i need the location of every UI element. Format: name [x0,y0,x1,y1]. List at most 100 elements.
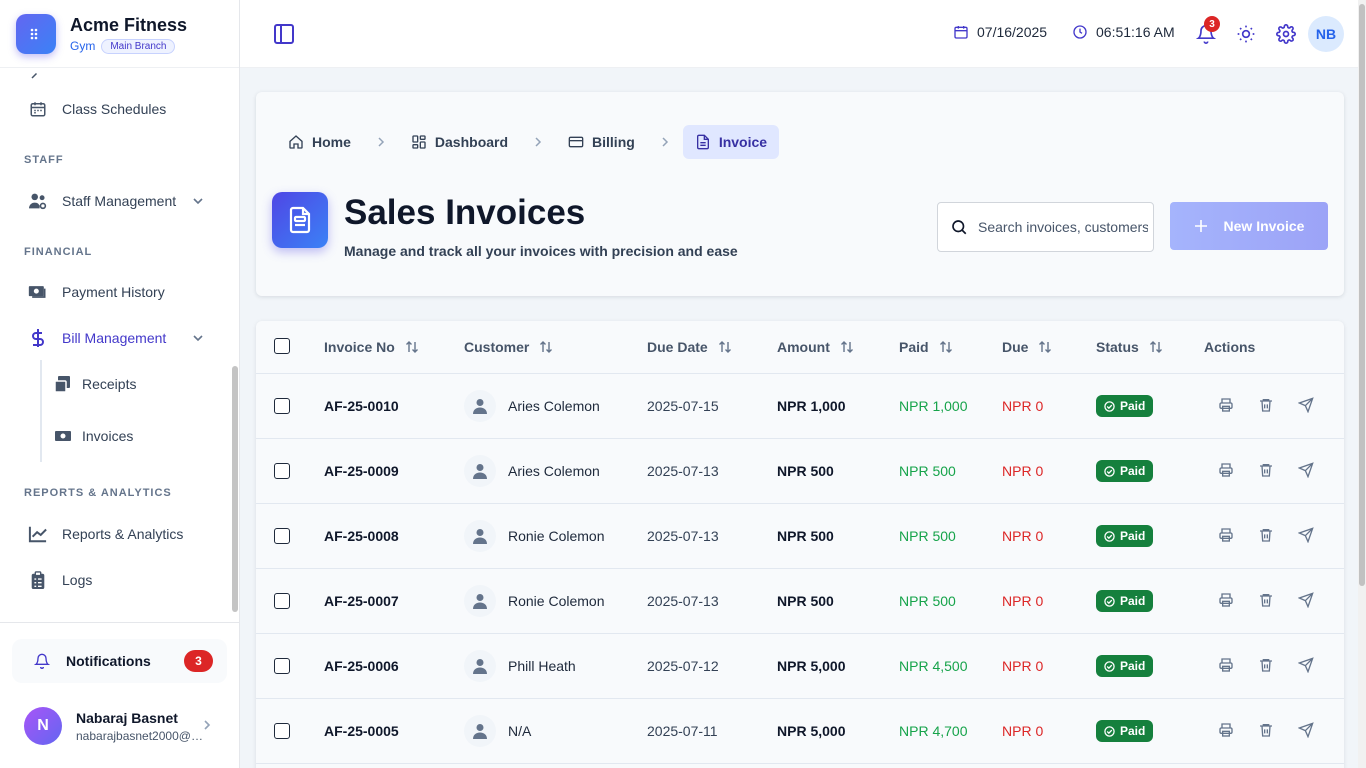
settings-button[interactable] [1276,24,1296,44]
column-customer[interactable]: Customer [464,339,553,355]
column-amount[interactable]: Amount [777,339,854,355]
avatar: N [24,707,62,745]
send-button[interactable] [1298,397,1314,413]
sidebar-notifications[interactable]: Notifications 3 [12,639,227,683]
file-text-icon [696,134,709,150]
table-header: Invoice No Customer Due Date Amount Paid… [256,321,1344,374]
print-button[interactable] [1218,397,1234,413]
print-button[interactable] [1218,592,1234,608]
sidebar-item-label: Receipts [82,376,137,392]
send-icon [1298,462,1314,478]
breadcrumb-billing[interactable]: Billing [556,125,647,159]
section-reports: REPORTS & ANALYTICS [24,487,172,499]
send-button[interactable] [1298,722,1314,738]
invoice-number[interactable]: AF-25-0010 [324,374,399,438]
printer-icon [1218,527,1234,543]
invoice-number[interactable]: AF-25-0006 [324,634,399,698]
brand-header[interactable]: Acme Fitness Gym Main Branch [0,0,239,68]
delete-button[interactable] [1258,462,1274,478]
check-circle-icon [1104,400,1115,412]
sidebar-item-partial[interactable] [16,68,216,90]
print-button[interactable] [1218,527,1234,543]
search-box[interactable] [937,202,1154,252]
sidebar-item-payment-history[interactable]: Payment History [16,274,216,310]
sidebar-item-label: Invoices [82,428,134,444]
column-label: Actions [1204,339,1256,355]
table-row[interactable]: AF-25-0007 Ronie Colemon 2025-07-13 NPR 500… [256,569,1344,634]
column-due[interactable]: Due [1002,339,1052,355]
paid-amount: NPR 500 [899,463,956,479]
amount: NPR 1,000 [777,398,846,414]
current-date: 07/16/2025 [953,24,1047,40]
page-scrollbar-thumb[interactable] [1359,4,1365,586]
chevron-down-icon [192,332,204,344]
delete-button[interactable] [1258,527,1274,543]
table-row[interactable]: AF-25-0009 Aries Colemon 2025-07-13 NPR 500… [256,439,1344,504]
user-profile[interactable]: N Nabaraj Basnet nabarajbasnet2000@gmail… [24,705,224,747]
send-button[interactable] [1298,527,1314,543]
customer-name: Ronie Colemon [508,593,605,609]
column-status[interactable]: Status [1096,339,1163,355]
invoice-number[interactable]: AF-25-0009 [324,439,399,503]
sidebar-item-invoices[interactable]: Invoices [44,418,214,454]
breadcrumb-home[interactable]: Home [276,125,363,159]
sidebar-item-class-schedules[interactable]: Class Schedules [16,91,216,127]
invoice-number[interactable]: AF-25-0008 [324,504,399,568]
status-cell: Paid [1096,374,1154,438]
table-row[interactable]: AF-25-0005 N/A 2025-07-11 NPR 5,000 NPR 4,70… [256,699,1344,764]
sidebar-nav: Class Schedules STAFF Staff Management F… [0,68,232,622]
breadcrumb-label: Invoice [718,134,768,150]
paid-amount: NPR 500 [899,593,956,609]
invoice-number[interactable]: AF-25-0007 [324,569,399,633]
print-button[interactable] [1218,722,1234,738]
sidebar-item-logs[interactable]: Logs [16,562,216,598]
sidebar-item-receipts[interactable]: Receipts [44,366,214,402]
print-button[interactable] [1218,462,1234,478]
row-checkbox[interactable] [274,699,290,763]
search-input[interactable] [978,219,1148,235]
column-invoice-no[interactable]: Invoice No [324,339,419,355]
row-checkbox[interactable] [274,374,290,438]
delete-button[interactable] [1258,722,1274,738]
sidebar-toggle-button[interactable] [272,22,296,46]
send-icon [1298,592,1314,608]
print-button[interactable] [1218,657,1234,673]
branch-badge: Main Branch [101,38,176,54]
send-button[interactable] [1298,462,1314,478]
table-row[interactable]: AF-25-0010 Aries Colemon 2025-07-15 NPR 1,0… [256,374,1344,439]
customer-name: Phill Heath [508,658,576,674]
theme-toggle-button[interactable] [1236,24,1256,44]
breadcrumb-dashboard[interactable]: Dashboard [399,125,520,159]
trash-icon [1258,462,1274,478]
breadcrumb-invoice[interactable]: Invoice [682,125,780,159]
row-checkbox[interactable] [274,439,290,503]
chart-line-icon [28,524,48,544]
send-button[interactable] [1298,657,1314,673]
row-checkbox[interactable] [274,634,290,698]
sidebar-item-bill-management[interactable]: Bill Management [16,320,216,356]
table-row[interactable]: AF-25-0008 Ronie Colemon 2025-07-13 NPR 500… [256,504,1344,569]
page-scrollbar[interactable] [1358,0,1366,768]
delete-button[interactable] [1258,397,1274,413]
invoice-number[interactable]: AF-25-0005 [324,699,399,763]
status-cell: Paid [1096,634,1154,698]
new-invoice-button[interactable]: New Invoice [1170,202,1328,250]
column-paid[interactable]: Paid [899,339,953,355]
delete-button[interactable] [1258,592,1274,608]
delete-button[interactable] [1258,657,1274,673]
row-checkbox[interactable] [274,504,290,568]
check-circle-icon [1104,725,1115,737]
row-checkbox[interactable] [274,569,290,633]
sidebar-item-staff-management[interactable]: Staff Management [16,183,216,219]
sidebar-scrollbar[interactable] [232,366,238,612]
status-badge: Paid [1096,525,1154,547]
send-button[interactable] [1298,592,1314,608]
due-date: 2025-07-13 [647,463,719,479]
sidebar-item-reports-analytics[interactable]: Reports & Analytics [16,516,216,552]
user-avatar-button[interactable]: NB [1308,16,1344,52]
dollar-icon [28,328,48,348]
select-all-checkbox[interactable] [274,338,290,354]
column-due-date[interactable]: Due Date [647,339,732,355]
table-row[interactable]: AF-25-0006 Phill Heath 2025-07-12 NPR 5,000… [256,634,1344,699]
sort-icon [405,340,419,354]
